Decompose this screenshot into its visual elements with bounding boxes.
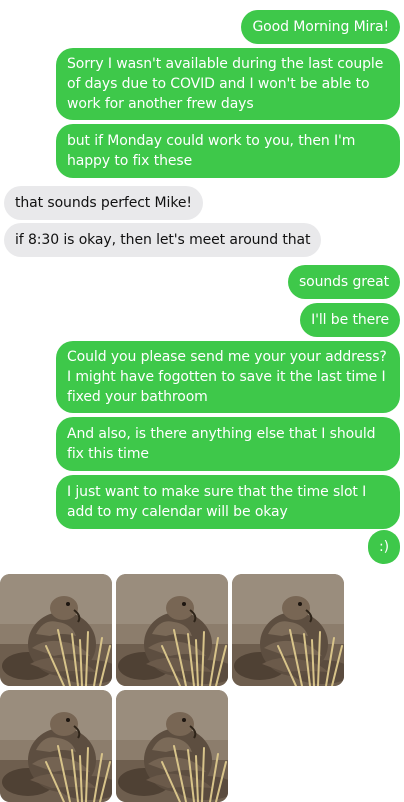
pangolin-photo — [0, 690, 112, 802]
message-bubble-outgoing[interactable]: sounds great — [287, 265, 400, 299]
message-text: Could you please send me your your addre… — [67, 349, 387, 405]
chat-screen: { "messages": [ {"from": "me", "text": "… — [0, 0, 404, 802]
message-bubble-outgoing[interactable]: Sorry I wasn't available during the last… — [56, 48, 400, 120]
message-bubble-outgoing[interactable]: but if Monday could work to you, then I'… — [56, 124, 400, 178]
photo-attachment[interactable] — [116, 574, 228, 686]
message-text: that sounds perfect Mike! — [15, 195, 192, 211]
message-text: And also, is there anything else that I … — [67, 426, 376, 462]
message-bubble-outgoing[interactable]: I'll be there — [300, 303, 400, 337]
message-bubble-outgoing[interactable]: :) — [368, 530, 400, 564]
message-bubble-outgoing[interactable]: Could you please send me your your addre… — [56, 341, 400, 413]
photo-attachment[interactable] — [0, 690, 112, 802]
photo-attachment[interactable] — [232, 574, 344, 686]
photo-attachment[interactable] — [0, 574, 112, 686]
pangolin-photo — [0, 574, 112, 686]
pangolin-photo — [232, 574, 344, 686]
message-text: Sorry I wasn't available during the last… — [67, 56, 384, 112]
message-text: but if Monday could work to you, then I'… — [67, 133, 356, 169]
message-text: Good Morning Mira! — [252, 19, 389, 35]
photo-attachment[interactable] — [116, 690, 228, 802]
message-text: I'll be there — [311, 312, 389, 328]
message-bubble-outgoing[interactable]: I just want to make sure that the time s… — [56, 475, 400, 529]
pangolin-photo — [116, 574, 228, 686]
message-text: if 8:30 is okay, then let's meet around … — [15, 232, 311, 248]
message-bubble-outgoing[interactable]: And also, is there anything else that I … — [56, 417, 400, 471]
message-text: I just want to make sure that the time s… — [67, 484, 367, 520]
message-bubble-outgoing[interactable]: Good Morning Mira! — [241, 10, 400, 44]
message-bubble-incoming[interactable]: that sounds perfect Mike! — [4, 186, 203, 220]
message-text: sounds great — [298, 274, 389, 290]
pangolin-photo — [116, 690, 228, 802]
message-bubble-incoming[interactable]: if 8:30 is okay, then let's meet around … — [4, 223, 322, 257]
message-text: :) — [379, 539, 389, 555]
